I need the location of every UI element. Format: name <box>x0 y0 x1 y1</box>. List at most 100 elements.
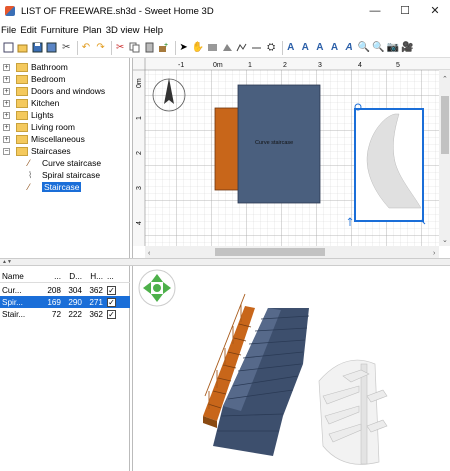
horizontal-splitter[interactable]: ▲▼ <box>0 258 450 266</box>
folder-icon <box>16 74 28 84</box>
row-depth: 290 <box>68 297 82 307</box>
tree-category-living-room[interactable]: + Living room <box>0 121 75 133</box>
decrease-text-icon[interactable]: A <box>314 42 326 54</box>
create-photo-icon[interactable]: 📷 <box>387 42 399 54</box>
toolbar-separator <box>281 40 283 55</box>
title-bar: LIST OF FREEWARE.sh3d - Sweet Home 3D — … <box>0 0 450 22</box>
row-name: Cur... <box>2 285 22 295</box>
paste-icon[interactable] <box>143 42 155 54</box>
ruler-label: 1 <box>248 62 252 69</box>
folder-icon <box>16 134 28 144</box>
create-video-icon[interactable]: 🎥 <box>401 42 413 54</box>
tree-category-lights[interactable]: + Lights <box>0 109 54 121</box>
copy-icon[interactable] <box>129 42 141 54</box>
column-header-height[interactable]: H... <box>84 272 105 281</box>
tree-category-kitchen[interactable]: + Kitchen <box>0 97 59 109</box>
expand-icon[interactable]: + <box>3 111 10 119</box>
tree-item-label: Staircase <box>42 182 82 192</box>
select-icon[interactable]: ➤ <box>178 42 190 54</box>
plan-view[interactable]: -1 0m 1 2 3 4 5 0m 1 2 3 4 Curve stairca… <box>132 58 450 258</box>
tree-item-curve-staircase[interactable]: ⁄ Curve staircase <box>28 157 101 169</box>
tree-category-label: Bathroom <box>31 62 68 72</box>
curve-staircase-icon: ⁄ <box>28 158 30 168</box>
menu-file[interactable]: File <box>0 25 19 36</box>
text-style-icon[interactable]: A <box>285 42 297 54</box>
menu-edit[interactable]: Edit <box>19 25 39 36</box>
tree-category-bedroom[interactable]: + Bedroom <box>0 73 66 85</box>
menu-help[interactable]: Help <box>143 25 167 36</box>
visible-checkbox[interactable]: ✓ <box>107 297 116 307</box>
expand-icon[interactable]: + <box>3 135 10 143</box>
ruler-label: 4 <box>136 221 143 225</box>
folder-icon <box>16 86 28 96</box>
visible-checkbox[interactable]: ✓ <box>107 309 116 319</box>
increase-text-icon[interactable]: A <box>299 42 311 54</box>
tree-category-miscellaneous[interactable]: + Miscellaneous <box>0 133 85 145</box>
create-rooms-icon[interactable] <box>221 42 233 54</box>
row-depth: 222 <box>68 309 82 319</box>
column-header-depth[interactable]: D... <box>63 272 84 281</box>
visible-checkbox[interactable]: ✓ <box>107 285 116 295</box>
create-polylines-icon[interactable] <box>236 42 248 54</box>
menu-3d-view[interactable]: 3D view <box>105 25 143 36</box>
ruler-label: 4 <box>358 62 362 69</box>
column-header-visible[interactable]: ... <box>105 272 123 281</box>
redo-icon[interactable]: ↷ <box>95 42 107 54</box>
3d-canvas[interactable] <box>133 266 450 471</box>
create-walls-icon[interactable] <box>207 42 219 54</box>
folder-icon <box>16 110 28 120</box>
italic-icon[interactable]: A <box>343 42 355 54</box>
tree-category-doors-and-windows[interactable]: + Doors and windows <box>0 85 105 97</box>
tree-category-bathroom[interactable]: + Bathroom <box>0 61 68 73</box>
svg-text:+: + <box>164 42 168 49</box>
zoom-out-icon[interactable]: 🔍 <box>372 42 384 54</box>
expand-icon[interactable]: + <box>3 75 10 83</box>
toolbar-separator <box>174 40 176 55</box>
undo-icon[interactable]: ↶ <box>80 42 92 54</box>
collapse-icon[interactable]: − <box>3 147 10 155</box>
menu-plan[interactable]: Plan <box>82 25 105 36</box>
folder-icon <box>16 98 28 108</box>
tree-item-label: Curve staircase <box>42 158 102 168</box>
spiral-staircase-icon: ⌇ <box>28 170 33 180</box>
save-icon[interactable] <box>31 42 43 54</box>
splitter-arrows-icon[interactable]: ▲▼ <box>2 259 12 265</box>
column-header-width[interactable]: ... <box>42 272 63 281</box>
zoom-in-icon[interactable]: 🔍 <box>357 42 369 54</box>
table-row[interactable]: Cur... 208 304 362 ✓ <box>0 284 130 296</box>
furniture-table: Name ... D... H... ... Cur... 208 304 36… <box>0 266 130 471</box>
spiral-staircase-plan <box>347 103 426 226</box>
bold-icon[interactable]: A <box>328 42 340 54</box>
close-button[interactable]: ✕ <box>420 0 450 22</box>
tree-item-spiral-staircase[interactable]: ⌇ Spiral staircase <box>28 169 100 181</box>
table-row[interactable]: Stair... 72 222 362 ✓ <box>0 308 130 320</box>
expand-icon[interactable]: + <box>3 123 10 131</box>
tree-category-staircases[interactable]: − Staircases <box>0 145 71 157</box>
table-row[interactable]: Spir... 169 290 271 ✓ <box>0 296 130 308</box>
add-text-icon[interactable]: ⛭ <box>265 42 277 54</box>
ruler-label: 0m <box>136 78 143 88</box>
3d-view[interactable] <box>132 266 450 471</box>
minimize-button[interactable]: — <box>360 0 390 22</box>
expand-icon[interactable]: + <box>3 63 10 71</box>
cut-icon[interactable]: ✂ <box>60 42 72 54</box>
open-icon[interactable] <box>17 42 29 54</box>
navigation-arrows-icon <box>138 269 176 307</box>
new-home-icon[interactable] <box>2 42 14 54</box>
pan-icon[interactable]: ✋ <box>192 42 204 54</box>
tree-item-label: Spiral staircase <box>42 170 101 180</box>
expand-icon[interactable]: + <box>3 87 10 95</box>
row-width: 72 <box>51 309 61 319</box>
menu-furniture[interactable]: Furniture <box>40 25 82 36</box>
save-as-icon[interactable] <box>46 42 58 54</box>
tree-item-staircase[interactable]: ⁄ Staircase <box>28 181 82 193</box>
create-dimensions-icon[interactable] <box>251 42 263 54</box>
cut2-icon[interactable]: ✂ <box>114 42 126 54</box>
column-header-name[interactable]: Name <box>0 272 42 281</box>
expand-icon[interactable]: + <box>3 99 10 107</box>
window-title: LIST OF FREEWARE.sh3d - Sweet Home 3D <box>21 5 214 17</box>
maximize-button[interactable]: ☐ <box>390 0 420 22</box>
plan-canvas[interactable]: -1 0m 1 2 3 4 5 0m 1 2 3 4 Curve stairca… <box>133 58 450 258</box>
curve-staircase-label: Curve staircase <box>255 140 293 146</box>
add-furniture-icon[interactable]: + <box>158 42 170 54</box>
